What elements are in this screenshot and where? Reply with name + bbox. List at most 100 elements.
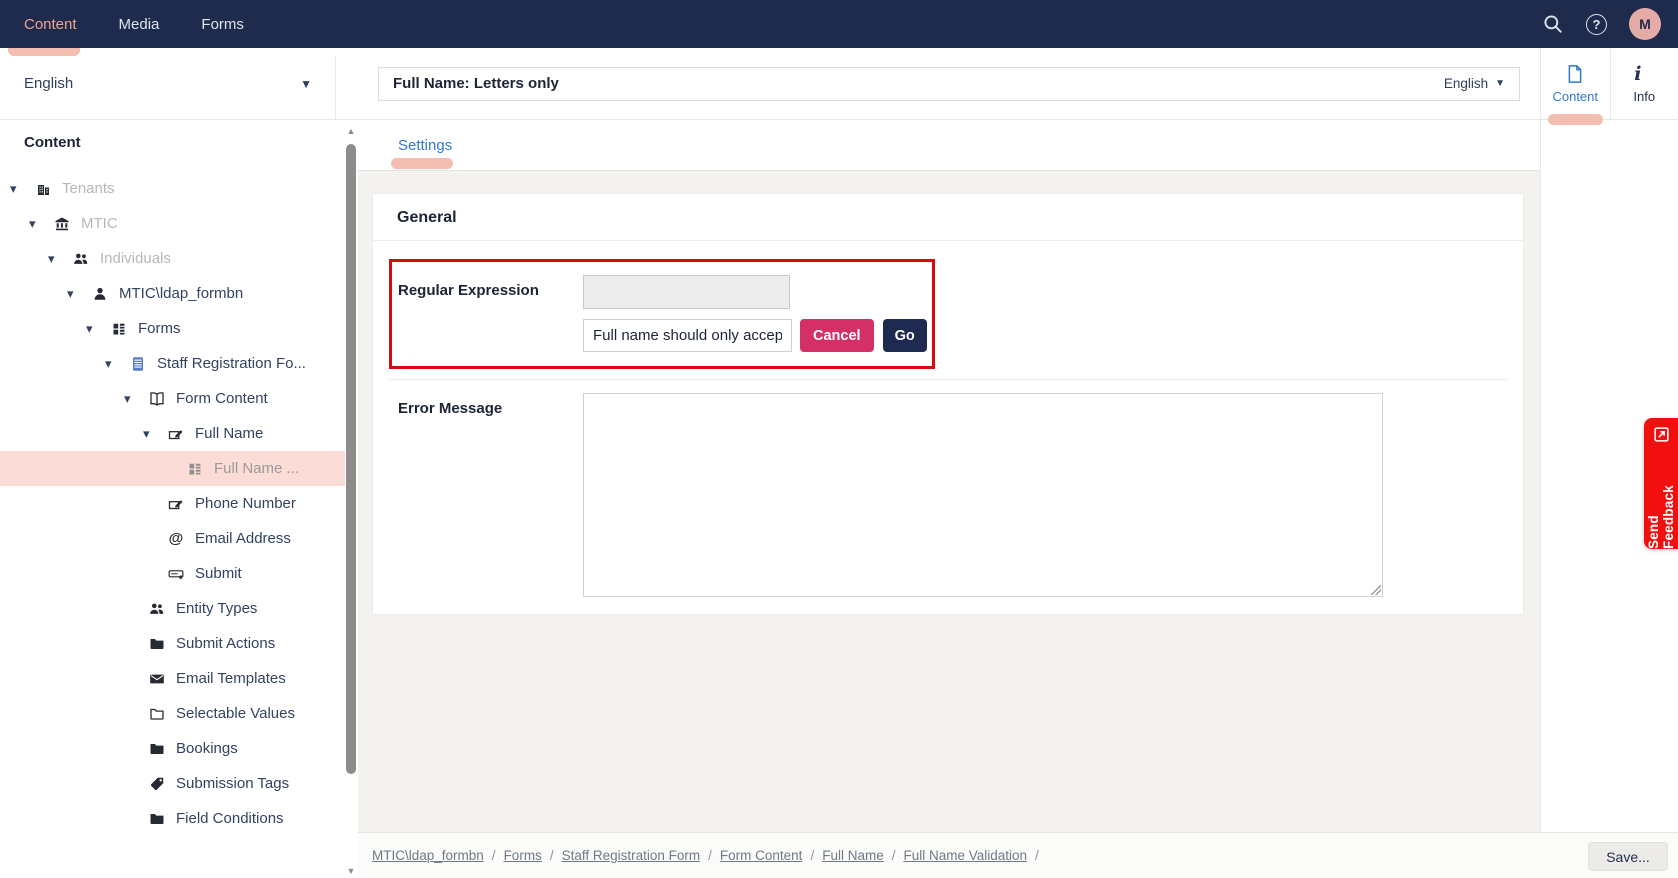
caret-down-icon[interactable]: ▾ — [46, 252, 72, 265]
breadcrumb-separator: / — [892, 848, 896, 863]
tree-item-label: Full Name ... — [214, 460, 299, 477]
tree-item-bookings[interactable]: Bookings — [0, 731, 345, 766]
tree-item-submit-actions[interactable]: Submit Actions — [0, 626, 345, 661]
send-feedback-label: Send Feedback — [1646, 454, 1676, 549]
sidebar-language-label: English — [24, 75, 73, 92]
breadcrumb-link[interactable]: MTIC\ldap_formbn — [372, 848, 484, 863]
tree-item-label: Field Conditions — [176, 810, 284, 827]
caret-down-icon[interactable]: ▾ — [141, 427, 167, 440]
tree-item-tenants[interactable]: ▾Tenants — [0, 171, 345, 206]
sidebar-scrollbar[interactable]: ▲ ▼ — [345, 124, 357, 878]
content-title-field[interactable]: Full Name: Letters only English ▼ — [378, 67, 1520, 101]
regex-prompt-input[interactable] — [583, 319, 792, 352]
avatar[interactable]: M — [1629, 8, 1661, 40]
document-icon — [1565, 64, 1585, 84]
tree-item-field-conditions[interactable]: Field Conditions — [0, 801, 345, 836]
tree-item-staff-registration-fo[interactable]: ▾Staff Registration Fo... — [0, 346, 345, 381]
input-field-icon — [167, 495, 185, 513]
tree-item-label: Submit — [195, 565, 242, 582]
tree-item-label: Full Name — [195, 425, 263, 442]
sidebar: English ▼ Content ▾Tenants▾MTIC▾Individu… — [0, 48, 358, 878]
footer-bar: MTIC\ldap_formbn / Forms / Staff Registratio… — [358, 832, 1678, 878]
breadcrumb-link[interactable]: Forms — [504, 848, 542, 863]
tree-item-email-address[interactable]: @ Email Address — [0, 521, 345, 556]
breadcrumb-separator: / — [810, 848, 814, 863]
tree-item-entity-types[interactable]: Entity Types — [0, 591, 345, 626]
folder-outline-icon — [148, 705, 166, 723]
scroll-up-icon[interactable]: ▲ — [345, 126, 357, 136]
folder-icon — [148, 635, 166, 653]
title-language-select[interactable]: English ▼ — [1444, 76, 1505, 91]
save-button[interactable]: Save... — [1588, 842, 1668, 871]
caret-down-icon[interactable]: ▾ — [8, 182, 34, 195]
chevron-down-icon: ▼ — [1495, 78, 1505, 89]
tree-item-submission-tags[interactable]: Submission Tags — [0, 766, 345, 801]
caret-down-icon[interactable]: ▾ — [84, 322, 110, 335]
nav-tab-content[interactable]: Content — [24, 16, 77, 33]
nav-tab-media[interactable]: Media — [119, 16, 160, 33]
breadcrumb-link[interactable]: Full Name — [822, 848, 884, 863]
send-feedback-button[interactable]: Send Feedback — [1644, 418, 1678, 549]
tree-item-full-name[interactable]: Full Name ... — [0, 451, 345, 486]
breadcrumb-link[interactable]: Full Name Validation — [903, 848, 1027, 863]
people-icon — [72, 250, 90, 268]
tree-item-label: Forms — [138, 320, 181, 337]
breadcrumb-link[interactable]: Form Content — [720, 848, 803, 863]
error-message-textarea[interactable] — [583, 393, 1383, 597]
scroll-down-icon[interactable]: ▼ — [345, 866, 357, 876]
folder-icon — [148, 740, 166, 758]
main-header: Full Name: Letters only English ▼ — [358, 48, 1540, 120]
rail-tab-content[interactable]: Content — [1541, 48, 1610, 119]
caret-down-icon[interactable]: ▾ — [122, 392, 148, 405]
resize-handle[interactable] — [1370, 584, 1381, 595]
regex-input[interactable] — [583, 275, 790, 309]
info-icon: i — [1634, 64, 1654, 84]
main-column: Full Name: Letters only English ▼ Settin… — [358, 48, 1540, 878]
tree-item-phone-number[interactable]: Phone Number — [0, 486, 345, 521]
page-title: Full Name: Letters only — [393, 75, 1444, 92]
help-icon[interactable]: ? — [1586, 14, 1607, 35]
cancel-button[interactable]: Cancel — [800, 319, 874, 352]
person-icon — [91, 285, 109, 303]
tree-item-mtic[interactable]: ▾MTIC — [0, 206, 345, 241]
content-tree: ▾Tenants▾MTIC▾Individuals▾MTIC\ldap_form… — [0, 159, 358, 836]
tree-item-selectable-values[interactable]: Selectable Values — [0, 696, 345, 731]
tree-item-individuals[interactable]: ▾Individuals — [0, 241, 345, 276]
send-icon — [1653, 426, 1670, 448]
tree-item-forms[interactable]: ▾ Forms — [0, 311, 345, 346]
tree-item-label: Email Address — [195, 530, 291, 547]
scrollbar-thumb[interactable] — [346, 144, 356, 774]
tree-item-label: Selectable Values — [176, 705, 295, 722]
tree-item-full-name[interactable]: ▾ Full Name — [0, 416, 345, 451]
grid-icon — [186, 460, 204, 478]
tree-item-label: Email Templates — [176, 670, 286, 687]
envelope-icon — [148, 670, 166, 688]
caret-down-icon[interactable]: ▾ — [65, 287, 91, 300]
tree-item-label: Submit Actions — [176, 635, 275, 652]
go-button[interactable]: Go — [883, 319, 927, 352]
active-tab-indicator — [391, 158, 453, 169]
tag-icon — [148, 775, 166, 793]
nav-tab-forms[interactable]: Forms — [201, 16, 244, 33]
sidebar-language-select[interactable]: English ▼ — [0, 48, 358, 120]
breadcrumb-separator: / — [492, 848, 496, 863]
error-message-label: Error Message — [398, 393, 583, 417]
search-icon[interactable] — [1542, 13, 1564, 35]
caret-down-icon[interactable]: ▾ — [103, 357, 129, 370]
tenants-icon — [34, 180, 52, 198]
tree-item-form-content[interactable]: ▾Form Content — [0, 381, 345, 416]
caret-down-icon[interactable]: ▾ — [27, 217, 53, 230]
tree-item-submit[interactable]: Submit — [0, 556, 345, 591]
settings-panel: General Regular Expression Cancel Go — [358, 171, 1540, 832]
tab-settings[interactable]: Settings — [396, 137, 454, 154]
submit-button-icon — [167, 565, 185, 583]
at-icon: @ — [167, 530, 185, 548]
breadcrumb-link[interactable]: Staff Registration Form — [562, 848, 701, 863]
active-rail-indicator — [1548, 114, 1603, 125]
tree-item-label: Submission Tags — [176, 775, 289, 792]
rail-tab-info[interactable]: i Info — [1610, 48, 1678, 119]
tree-item-mtic-ldap-formbn[interactable]: ▾MTIC\ldap_formbn — [0, 276, 345, 311]
tree-item-email-templates[interactable]: Email Templates — [0, 661, 345, 696]
field-divider — [389, 379, 1507, 380]
breadcrumb-separator: / — [708, 848, 712, 863]
